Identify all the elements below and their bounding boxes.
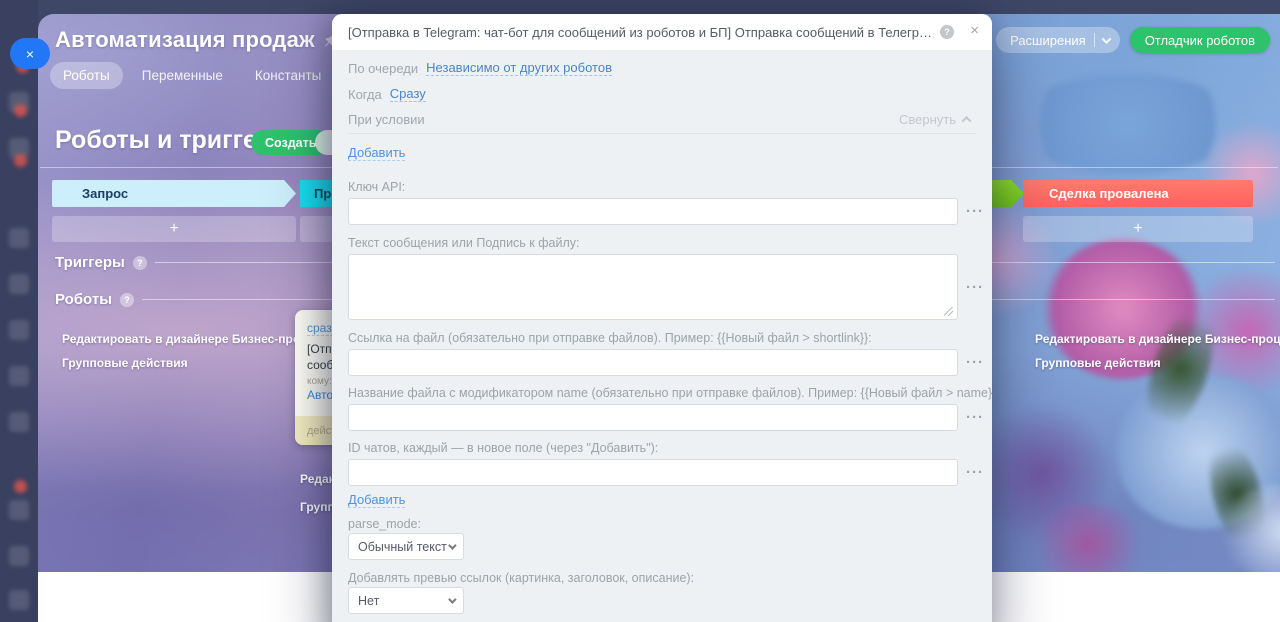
help-icon[interactable]: ?	[940, 25, 954, 39]
triggers-section-label: Триггеры	[55, 254, 125, 271]
add-condition-link[interactable]: Добавить	[348, 145, 406, 161]
modal-header: [Отправка в Telegram: чат-бот для сообще…	[332, 14, 992, 50]
help-icon[interactable]: ?	[132, 255, 147, 270]
sidebar-menu-icons	[0, 0, 38, 622]
parse-mode-label: parse_mode:	[348, 517, 421, 531]
chevron-up-icon	[961, 115, 972, 126]
edit-in-bp-designer-link[interactable]: Редактировать в дизайнере Бизнес-процесс…	[1035, 332, 1280, 346]
add-robot-button[interactable]: +	[1023, 216, 1253, 242]
extensions-label: Расширения	[1010, 32, 1086, 48]
message-text-label: Текст сообщения или Подпись к файлу:	[348, 236, 580, 250]
link-preview-label: Добавлять превью ссылок (картинка, загол…	[348, 571, 695, 585]
field-menu-button[interactable]: ···	[964, 349, 986, 376]
file-link-input[interactable]	[348, 349, 958, 376]
when-value-link[interactable]: Сразу	[389, 86, 426, 102]
message-text-textarea[interactable]	[348, 254, 958, 320]
file-name-input[interactable]	[348, 404, 958, 431]
api-key-label: Ключ API:	[348, 180, 406, 194]
debugger-label: Отладчик роботов	[1144, 32, 1255, 48]
close-icon[interactable]: ×	[970, 23, 979, 38]
page-title: Автоматизация продаж	[55, 27, 339, 53]
robot-settings-modal: [Отправка в Telegram: чат-бот для сообще…	[332, 14, 992, 622]
divider	[348, 133, 976, 134]
extensions-button[interactable]: Расширения	[996, 27, 1120, 53]
robot-debugger-button[interactable]: Отладчик роботов	[1129, 27, 1270, 53]
tab-roboty[interactable]: Роботы	[50, 62, 123, 89]
chat-ids-label: ID чатов, каждый — в новое поле (через "…	[348, 441, 659, 455]
api-key-input[interactable]	[348, 198, 958, 225]
chat-id-input[interactable]	[348, 459, 958, 486]
stage-zapros[interactable]: Запрос	[52, 180, 296, 207]
parse-mode-value: Обычный текст	[358, 539, 447, 554]
page-title-text: Автоматизация продаж	[55, 27, 315, 52]
tab-peremennye[interactable]: Переменные	[129, 62, 236, 89]
robots-section-label: Роботы	[55, 291, 113, 308]
close-icon: ×	[25, 45, 35, 62]
screen: × Автоматизация продаж Роботы Переменные…	[0, 0, 1280, 622]
link-preview-value: Нет	[358, 593, 380, 608]
stage-sdelka-provalena[interactable]: Сделка провалена	[1023, 180, 1253, 207]
chevron-down-icon	[448, 594, 457, 604]
condition-label: При условии	[348, 112, 425, 127]
collapse-label: Свернуть	[898, 112, 956, 127]
field-menu-button[interactable]: ···	[964, 459, 986, 486]
field-menu-button[interactable]: ···	[964, 198, 986, 225]
chevron-down-icon	[448, 540, 457, 550]
divider	[1093, 33, 1095, 47]
close-slider-button[interactable]: ×	[10, 38, 50, 69]
parse-mode-select[interactable]: Обычный текст	[348, 533, 464, 560]
link-preview-select[interactable]: Нет	[348, 587, 464, 614]
group-actions-link[interactable]: Групповые действия	[62, 356, 188, 370]
when-label: Когда	[348, 86, 382, 102]
add-chat-link[interactable]: Добавить	[348, 492, 406, 508]
modal-title: [Отправка в Telegram: чат-бот для сообще…	[348, 24, 933, 40]
app-sidebar	[0, 0, 38, 622]
file-link-label: Ссылка на файл (обязательно при отправке…	[348, 331, 872, 345]
help-icon[interactable]: ?	[120, 292, 135, 307]
file-name-label: Название файла с модификатором name (обя…	[348, 386, 992, 400]
chevron-down-icon	[1101, 33, 1112, 44]
field-menu-button[interactable]: ···	[964, 404, 986, 431]
collapse-button[interactable]: Свернуть	[898, 112, 972, 127]
tab-konstanty[interactable]: Константы	[242, 62, 334, 89]
queue-value-link[interactable]: Независимо от других роботов	[426, 60, 612, 76]
field-menu-button[interactable]: ···	[964, 274, 986, 301]
resize-handle-icon[interactable]	[944, 307, 953, 316]
add-robot-button[interactable]: +	[52, 216, 296, 242]
group-actions-link[interactable]: Групповые действия	[1035, 356, 1161, 370]
queue-label: По очереди	[348, 60, 419, 76]
